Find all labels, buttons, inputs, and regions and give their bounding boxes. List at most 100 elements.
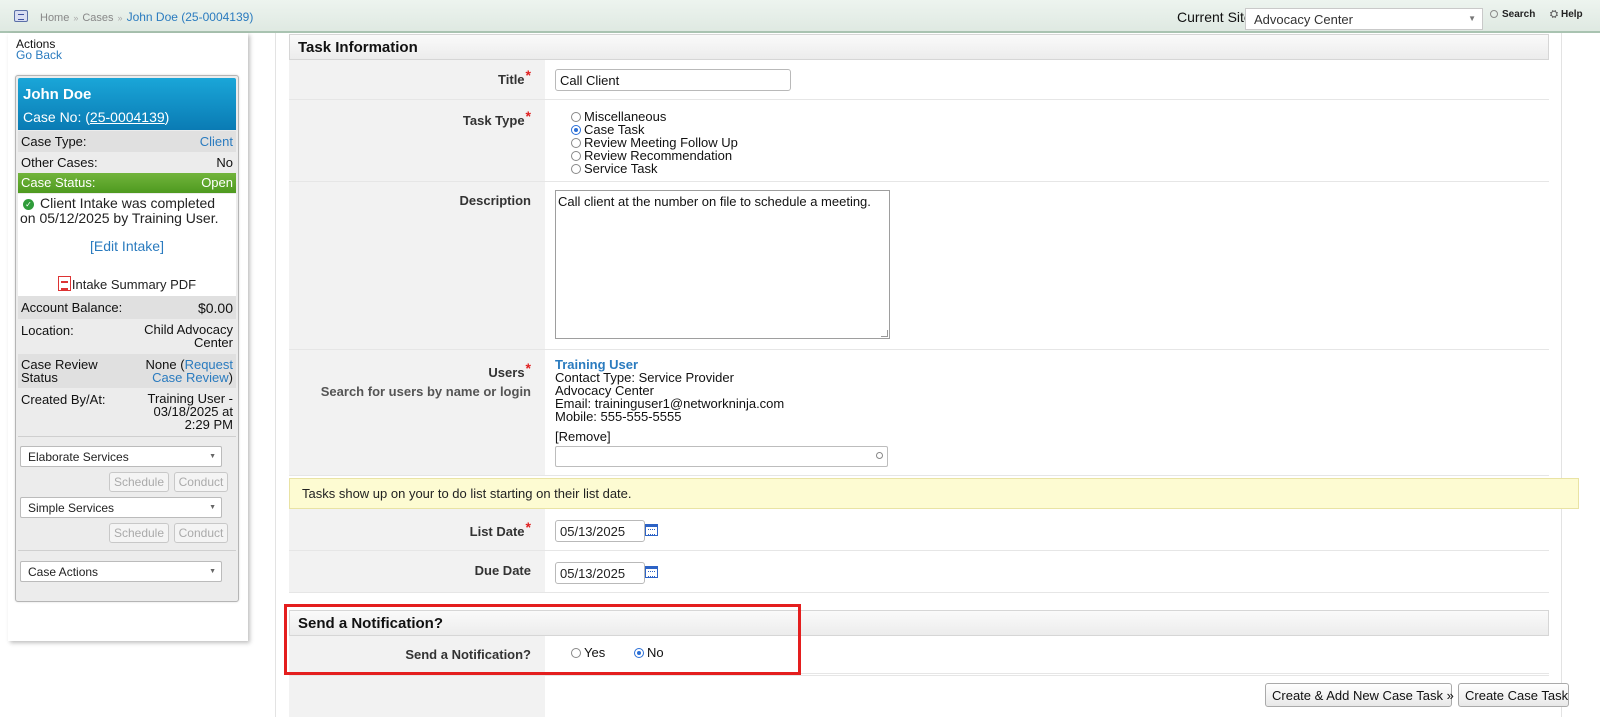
case-review-close: ) xyxy=(228,370,233,385)
case-review-label-line: Status xyxy=(21,370,58,385)
other-cases-value: No xyxy=(216,155,233,170)
breadcrumb-cases[interactable]: Cases xyxy=(82,12,113,24)
location-value: Child Advocacy Center xyxy=(144,323,233,349)
current-site-value: Advocacy Center xyxy=(1254,12,1353,27)
created-value: Training User -03/18/2025 at 2:29 PM xyxy=(148,392,233,431)
case-review-row: Case Review Status None (Request Case Revi… xyxy=(18,354,236,388)
content-border-right xyxy=(1561,33,1562,717)
help-label: Help xyxy=(1561,9,1583,20)
case-review-label: Case Review Status xyxy=(21,358,98,384)
case-type-row: Case Type: Client xyxy=(18,131,236,152)
search-label: Search xyxy=(1502,9,1536,20)
account-balance-row: Account Balance: $0.00 xyxy=(18,296,236,319)
chevron-down-icon: ▼ xyxy=(209,568,216,575)
label-column xyxy=(289,676,545,717)
description-textarea[interactable]: Call client at the number on file to sch… xyxy=(555,190,890,339)
task-information-header: Task Information xyxy=(289,34,1549,60)
breadcrumb-separator: » xyxy=(117,13,123,23)
create-case-task-button[interactable]: Create Case Task xyxy=(1458,683,1569,707)
elaborate-conduct-button[interactable]: Conduct xyxy=(174,472,228,492)
simple-services-select[interactable]: Simple Services ▼ xyxy=(20,497,222,518)
task-type-option-label: Service Task xyxy=(584,161,658,176)
intake-summary-pdf-row[interactable]: Intake Summary PDF xyxy=(18,260,236,296)
required-marker: * xyxy=(525,519,531,535)
elaborate-services-value: Elaborate Services xyxy=(28,450,129,464)
search-link[interactable]: Search xyxy=(1490,9,1535,20)
simple-schedule-button[interactable]: Schedule xyxy=(109,523,169,543)
list-date-label-text: List Date xyxy=(469,524,525,539)
breadcrumb-home[interactable]: Home xyxy=(40,12,69,24)
radio-button[interactable] xyxy=(571,138,581,148)
required-marker: * xyxy=(525,360,531,376)
case-no-close: ) xyxy=(164,109,170,125)
due-date-input[interactable]: 05/13/2025 xyxy=(555,562,645,584)
title-label-text: Title xyxy=(498,72,525,87)
created-value-line: 2:29 PM xyxy=(184,417,233,432)
users-label: Users* xyxy=(289,360,545,380)
intake-status: ✓ Client Intake was completed on 05/12/20… xyxy=(20,196,234,226)
case-type-label: Case Type: xyxy=(21,134,87,149)
radio-button[interactable] xyxy=(571,164,581,174)
user-mobile: Mobile: 555-555-5555 xyxy=(555,409,682,424)
case-client-name: John Doe xyxy=(23,86,92,103)
calendar-icon[interactable] xyxy=(645,524,658,536)
chevron-down-icon: ▼ xyxy=(209,453,216,460)
account-balance-value: $0.00 xyxy=(197,300,233,316)
resize-handle-icon[interactable] xyxy=(881,330,888,337)
breadcrumb: Home» Cases» John Doe (25-0004139) xyxy=(40,10,253,24)
case-status-value: Open xyxy=(201,175,233,190)
elaborate-services-select[interactable]: Elaborate Services ▼ xyxy=(20,446,222,467)
current-site-select[interactable]: Advocacy Center ▼ xyxy=(1245,8,1483,30)
remove-user-link[interactable]: [Remove] xyxy=(555,429,611,444)
app-home-icon[interactable] xyxy=(14,10,28,22)
description-label: Description xyxy=(459,193,531,208)
users-label-text: Users xyxy=(488,365,525,380)
other-cases-label: Other Cases: xyxy=(21,155,98,170)
case-type-value[interactable]: Client xyxy=(200,134,233,149)
account-balance-label: Account Balance: xyxy=(21,300,123,315)
request-case-review-link[interactable]: Case Review xyxy=(152,370,229,385)
case-number-link[interactable]: 25-0004139 xyxy=(90,109,165,125)
top-bar: Home» Cases» John Doe (25-0004139) Current… xyxy=(0,0,1600,33)
breadcrumb-current[interactable]: John Doe (25-0004139) xyxy=(127,10,254,24)
list-date-notice: Tasks show up on your to do list startin… xyxy=(289,478,1579,509)
case-header: John Doe Case No: (25-0004139) xyxy=(18,78,236,130)
case-summary-card: John Doe Case No: (25-0004139) Case Type… xyxy=(15,75,239,602)
content-border-left xyxy=(275,33,276,717)
task-type-option-service-task[interactable]: Service Task xyxy=(571,161,657,176)
title-input[interactable]: Call Client xyxy=(555,69,791,91)
simple-services-value: Simple Services xyxy=(28,501,115,515)
user-search-input[interactable] xyxy=(555,446,888,467)
list-date-input[interactable]: 05/13/2025 xyxy=(555,520,645,542)
case-actions-select[interactable]: Case Actions ▼ xyxy=(20,561,222,582)
simple-conduct-button[interactable]: Conduct xyxy=(174,523,228,543)
case-no-label: Case No: ( xyxy=(23,109,90,125)
radio-button[interactable] xyxy=(571,151,581,161)
case-review-value: None (Request Case Review) xyxy=(146,358,233,384)
pdf-icon xyxy=(57,276,71,291)
chevron-down-icon: ▼ xyxy=(209,504,216,511)
location-row: Location: Child Advocacy Center xyxy=(18,319,236,354)
help-link[interactable]: ⛭ Help xyxy=(1550,9,1583,20)
elaborate-schedule-button[interactable]: Schedule xyxy=(109,472,169,492)
divider xyxy=(18,436,236,437)
calendar-icon[interactable] xyxy=(645,566,658,578)
intake-status-text: Client Intake was completed on 05/12/202… xyxy=(20,195,219,226)
case-status-row: Case Status: Open xyxy=(18,173,236,193)
search-icon xyxy=(1490,10,1498,18)
go-back-link[interactable]: Go Back xyxy=(16,48,62,62)
intake-summary-pdf-link[interactable]: Intake Summary PDF xyxy=(72,277,196,292)
users-help-text: Search for users by name or login xyxy=(320,384,531,399)
location-value-line: Center xyxy=(193,335,233,350)
created-label: Created By/At: xyxy=(21,392,106,407)
due-date-label: Due Date xyxy=(474,563,531,578)
create-and-add-new-case-task-button[interactable]: Create & Add New Case Task » xyxy=(1265,683,1454,707)
case-actions-value: Case Actions xyxy=(28,565,99,579)
description-text: Call client at the number on file to sch… xyxy=(558,194,871,209)
radio-button[interactable] xyxy=(571,112,581,122)
task-type-label: Task Type* xyxy=(289,108,545,128)
edit-intake-link[interactable]: [Edit Intake] xyxy=(18,238,236,254)
chevron-down-icon: ▼ xyxy=(1468,14,1476,23)
divider xyxy=(18,550,236,551)
radio-button-selected[interactable] xyxy=(571,125,581,135)
